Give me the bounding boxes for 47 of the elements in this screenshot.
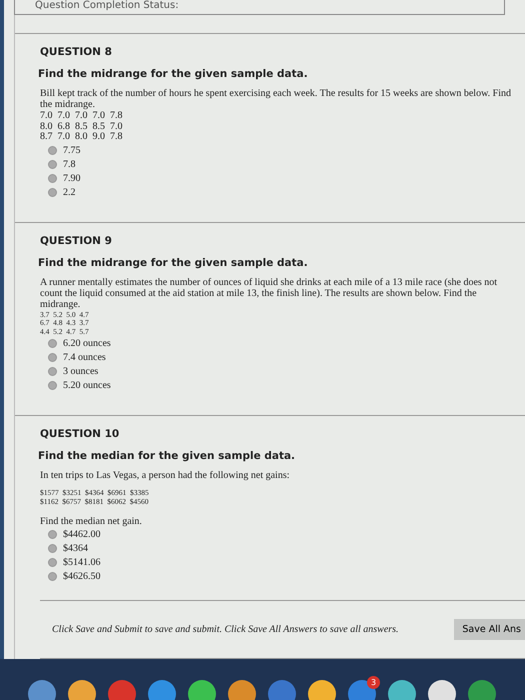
app-icon[interactable] <box>68 680 96 700</box>
radio-button[interactable] <box>48 530 57 539</box>
answer-option[interactable]: 3 ounces <box>63 366 98 377</box>
app-icon[interactable] <box>428 680 456 700</box>
question-title: Find the median for the given sample data. <box>38 450 296 462</box>
radio-button[interactable] <box>48 339 57 348</box>
radio-button[interactable] <box>48 572 57 581</box>
question-title: Find the midrange for the given sample data. <box>38 68 309 80</box>
question-prompt: Bill kept track of the number of hours he spent exercising each week. The results for 15 weeks are shown below. Find the midrange. <box>40 88 512 110</box>
app-icon[interactable] <box>188 680 216 700</box>
question-number: QUESTION 10 <box>40 428 120 440</box>
status-heading: Question Completion Status: <box>35 0 180 12</box>
data-row-text: 8.7 7.0 8.0 9.0 7.8 <box>40 132 124 142</box>
app-icon[interactable] <box>388 680 416 700</box>
answer-option[interactable]: $4462.00 <box>63 529 100 540</box>
data-row-text: 7.0 7.0 7.0 7.0 7.8 <box>40 111 124 122</box>
answer-option[interactable]: $5141.06 <box>63 557 100 568</box>
radio-button[interactable] <box>48 188 57 196</box>
save-instructions: Click Save and Submit to save and submit. Click Save All Answers to save all answers. <box>52 624 399 635</box>
app-icon[interactable] <box>228 680 256 700</box>
radio-button[interactable] <box>48 160 57 168</box>
answer-option[interactable]: 2.2 <box>63 186 76 198</box>
radio-button[interactable] <box>48 367 57 376</box>
question-title: Find the midrange for the given sample data. <box>38 256 309 268</box>
answer-option[interactable]: 7.8 <box>63 158 76 170</box>
answer-option[interactable]: 7.90 <box>63 172 80 184</box>
follow-up-question: Find the median net gain. <box>40 516 143 527</box>
answer-option[interactable]: $4364 <box>63 543 88 554</box>
save-all-answers-button[interactable]: Save All Ans <box>454 619 525 640</box>
radio-button[interactable] <box>48 174 57 182</box>
question-number: QUESTION 9 <box>40 234 113 246</box>
answer-option[interactable]: 7.75 <box>63 144 80 156</box>
radio-button[interactable] <box>48 544 57 553</box>
answer-option[interactable]: 7.4 ounces <box>63 352 106 363</box>
notification-badge: 3 <box>367 676 380 689</box>
answer-option[interactable]: 5.20 ounces <box>63 380 111 391</box>
answer-option[interactable]: $4626.50 <box>63 571 100 582</box>
radio-button[interactable] <box>48 353 57 362</box>
question-number: QUESTION 8 <box>40 46 113 58</box>
app-icon[interactable] <box>308 680 336 700</box>
question-prompt: In ten trips to Las Vegas, a person had the following net gains: <box>40 470 290 481</box>
data-row-text: 8.0 6.8 8.5 8.5 7.0 <box>40 122 124 132</box>
answer-option[interactable]: 6.20 ounces <box>63 338 111 349</box>
radio-button[interactable] <box>48 558 57 567</box>
radio-button[interactable] <box>48 146 57 154</box>
radio-button[interactable] <box>48 381 57 390</box>
question-prompt: A runner mentally estimates the number of ounces of liquid she drinks at each mile of a 13 mile race (she does not count the liquid consumed at the aid station at mile 13, the finish line). The results are shown below. Find the midrange. <box>40 276 498 310</box>
